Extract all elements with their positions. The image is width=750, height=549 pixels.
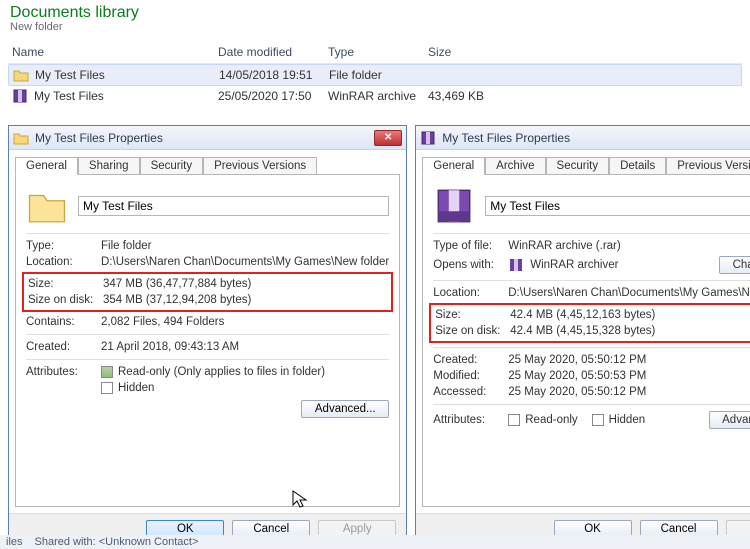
tab-security[interactable]: Security bbox=[546, 157, 610, 175]
size-highlight: Size:347 MB (36,47,77,884 bytes) Size on… bbox=[22, 272, 393, 312]
name-input[interactable] bbox=[485, 196, 750, 216]
opens-with-label: Opens with: bbox=[433, 259, 508, 271]
file-type: WinRAR archive bbox=[328, 89, 428, 103]
location-value: D:\Users\Naren Chan\Documents\My Games\N… bbox=[101, 256, 389, 268]
hidden-label: Hidden bbox=[609, 414, 645, 426]
size-label: Size: bbox=[435, 309, 510, 321]
file-list: Name Date modified Type Size My Test Fil… bbox=[8, 41, 742, 106]
type-of-file-value: WinRAR archive (.rar) bbox=[508, 240, 750, 252]
library-title: Documents library bbox=[10, 4, 740, 22]
accessed-value: 25 May 2020, 05:50:12 PM bbox=[508, 386, 750, 398]
footer-shared-with: Shared with: <Unknown Contact> bbox=[35, 536, 199, 548]
size-value: 42.4 MB (4,45,12,163 bytes) bbox=[510, 309, 750, 321]
readonly-checkbox[interactable] bbox=[101, 366, 113, 378]
column-header-size[interactable]: Size bbox=[428, 45, 508, 59]
footer-files: iles bbox=[6, 536, 23, 548]
attributes-label: Attributes: bbox=[433, 414, 508, 426]
file-row[interactable]: My Test Files 25/05/2020 17:50 WinRAR ar… bbox=[8, 86, 742, 106]
modified-label: Modified: bbox=[433, 370, 508, 382]
tab-sharing[interactable]: Sharing bbox=[78, 157, 140, 175]
archive-icon bbox=[433, 185, 475, 227]
folder-icon bbox=[26, 185, 68, 227]
size-highlight: Size:42.4 MB (4,45,12,163 bytes) Size on… bbox=[429, 303, 750, 343]
location-label: Location: bbox=[433, 287, 508, 299]
change-button[interactable]: Change... bbox=[719, 256, 750, 274]
file-type: File folder bbox=[329, 68, 429, 82]
tab-details[interactable]: Details bbox=[609, 157, 666, 175]
tab-archive[interactable]: Archive bbox=[485, 157, 545, 175]
contains-value: 2,082 Files, 494 Folders bbox=[101, 316, 389, 328]
accessed-label: Accessed: bbox=[433, 386, 508, 398]
folder-icon bbox=[13, 130, 29, 146]
size-label: Size: bbox=[28, 278, 103, 290]
created-value: 21 April 2018, 09:43:13 AM bbox=[101, 341, 389, 353]
properties-dialog-folder: My Test Files Properties ✕ General Shari… bbox=[8, 125, 407, 545]
column-header-name[interactable]: Name bbox=[8, 45, 218, 59]
size-on-disk-label: Size on disk: bbox=[28, 294, 103, 306]
hidden-checkbox[interactable] bbox=[592, 414, 604, 426]
file-name: My Test Files bbox=[34, 89, 104, 103]
location-value: D:\Users\Naren Chan\Documents\My Games\N… bbox=[508, 287, 750, 299]
advanced-button[interactable]: Advanced... bbox=[709, 411, 750, 429]
readonly-label: Read-only (Only applies to files in fold… bbox=[118, 366, 325, 378]
opens-with-value: WinRAR archiver bbox=[530, 259, 618, 271]
file-size: 43,469 KB bbox=[428, 89, 508, 103]
hidden-checkbox[interactable] bbox=[101, 382, 113, 394]
tab-previous-versions[interactable]: Previous Versions bbox=[666, 157, 750, 175]
type-of-file-label: Type of file: bbox=[433, 240, 508, 252]
column-header-date[interactable]: Date modified bbox=[218, 45, 328, 59]
folder-icon bbox=[13, 67, 29, 83]
file-row[interactable]: My Test Files 14/05/2018 19:51 File fold… bbox=[8, 64, 742, 86]
contains-label: Contains: bbox=[26, 316, 101, 328]
tab-general[interactable]: General bbox=[422, 157, 485, 175]
location-label: Location: bbox=[26, 256, 101, 268]
tab-previous-versions[interactable]: Previous Versions bbox=[203, 157, 317, 175]
attributes-label: Attributes: bbox=[26, 366, 101, 378]
size-on-disk-label: Size on disk: bbox=[435, 325, 510, 337]
library-subtitle: New folder bbox=[10, 21, 740, 33]
readonly-checkbox[interactable] bbox=[508, 414, 520, 426]
type-value: File folder bbox=[101, 240, 389, 252]
type-label: Type: bbox=[26, 240, 101, 252]
properties-dialog-archive: My Test Files Properties ✕ General Archi… bbox=[415, 125, 750, 545]
dialog-title: My Test Files Properties bbox=[35, 131, 368, 145]
tab-general[interactable]: General bbox=[15, 157, 78, 175]
hidden-label: Hidden bbox=[118, 382, 154, 394]
modified-value: 25 May 2020, 05:50:53 PM bbox=[508, 370, 750, 382]
advanced-button[interactable]: Advanced... bbox=[301, 400, 389, 418]
created-label: Created: bbox=[433, 354, 508, 366]
tab-security[interactable]: Security bbox=[140, 157, 204, 175]
file-date: 25/05/2020 17:50 bbox=[218, 89, 328, 103]
size-on-disk-value: 354 MB (37,12,94,208 bytes) bbox=[103, 294, 387, 306]
dialog-title: My Test Files Properties bbox=[442, 131, 750, 145]
size-value: 347 MB (36,47,77,884 bytes) bbox=[103, 278, 387, 290]
created-label: Created: bbox=[26, 341, 101, 353]
name-input[interactable] bbox=[78, 196, 389, 216]
archive-icon bbox=[420, 130, 436, 146]
archive-icon bbox=[508, 257, 524, 273]
column-header-type[interactable]: Type bbox=[328, 45, 428, 59]
close-button[interactable]: ✕ bbox=[374, 130, 402, 146]
readonly-label: Read-only bbox=[525, 414, 577, 426]
file-name: My Test Files bbox=[35, 68, 105, 82]
size-on-disk-value: 42.4 MB (4,45,15,328 bytes) bbox=[510, 325, 750, 337]
created-value: 25 May 2020, 05:50:12 PM bbox=[508, 354, 750, 366]
file-date: 14/05/2018 19:51 bbox=[219, 68, 329, 82]
archive-icon bbox=[12, 88, 28, 104]
